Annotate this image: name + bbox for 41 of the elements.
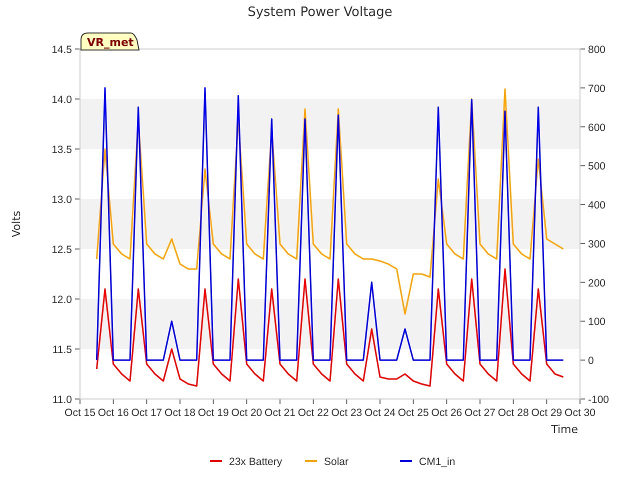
axis-tick-label: 100: [588, 316, 606, 328]
chart-title: System Power Voltage: [248, 5, 392, 20]
axis-tick-label: 12.0: [52, 294, 72, 306]
axis-tick-label: Oct 15: [64, 407, 96, 419]
axis-tick-label: 13.0: [52, 194, 72, 206]
axis-tick-label: Oct 26: [431, 407, 462, 419]
axis-tick-label: Oct 19: [198, 407, 229, 419]
axis-tick-label: Oct 23: [331, 407, 362, 419]
axis-tick-label: Oct 29: [531, 407, 562, 419]
axis-tick-label: 300: [588, 238, 606, 250]
legend-label: Solar: [324, 456, 349, 468]
legend-label: CM1_in: [419, 456, 456, 468]
axis-tick-label: Oct 20: [231, 407, 262, 419]
axis-tick-label: 700: [588, 82, 606, 95]
axis-tick-label: 200: [588, 277, 606, 290]
legend-label: 23x Battery: [229, 456, 282, 468]
axis-tick-label: 14.0: [52, 94, 72, 106]
axis-tick-label: 11.5: [52, 344, 72, 356]
y-axis-label: Volts: [10, 210, 23, 238]
axis-tick-label: 13.5: [52, 144, 72, 156]
axis-tick-label: Oct 27: [464, 407, 496, 419]
axis-tick-label: Oct 21: [264, 407, 296, 419]
axis-tick-label: Oct 30: [564, 407, 596, 419]
axis-tick-label: -100: [588, 394, 610, 406]
axis-tick-label: 12.5: [52, 244, 72, 256]
axis-tick-label: 400: [588, 200, 606, 212]
axis-tick-label: Oct 18: [164, 407, 196, 419]
axis-tick-label: Oct 28: [498, 407, 529, 419]
axis-tick-label: 14.5: [52, 44, 72, 56]
axis-tick-label: Oct 24: [364, 407, 396, 419]
axis-tick-label: Oct 17: [131, 407, 162, 419]
site-badge: VR_met: [80, 32, 140, 50]
axis-tick-label: 800: [588, 44, 606, 56]
axis-tick-label: Oct 16: [98, 407, 129, 419]
axis-tick-label: Oct 22: [298, 407, 329, 419]
x-axis-label: Time: [551, 423, 578, 436]
axis-tick-label: 500: [588, 160, 606, 173]
axis-tick-label: 0: [588, 355, 594, 368]
axis-tick-label: 11.0: [52, 394, 72, 406]
axis-tick-label: 600: [588, 122, 606, 134]
axis-tick-label: Oct 25: [398, 407, 429, 419]
